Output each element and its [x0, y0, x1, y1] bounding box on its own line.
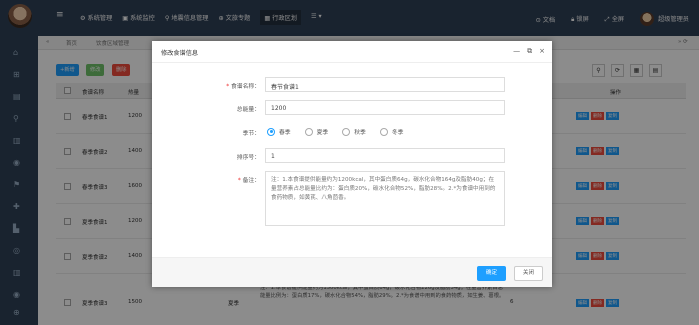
radio-dot: [379, 127, 388, 136]
minimize-icon[interactable]: —: [513, 47, 520, 56]
radio-dot: [267, 127, 275, 136]
season-radio-group: 春季 夏季 秋季 冬季: [267, 127, 403, 136]
radio-summer[interactable]: 夏季: [304, 127, 328, 136]
label-remark: * 备注：: [237, 178, 260, 184]
modal-header: 修改食谱信息 — ⧉ ×: [152, 41, 552, 63]
label-sort: 排序号：: [236, 155, 260, 161]
recipe-name-field[interactable]: 春节食谱1: [265, 77, 505, 92]
label-name: * 食谱名称：: [226, 84, 260, 90]
edit-recipe-modal: 修改食谱信息 — ⧉ × * 食谱名称： 春节食谱1 总能量： 1200 季节：…: [152, 41, 552, 287]
close-icon[interactable]: ×: [539, 47, 545, 56]
modal-controls: — ⧉ ×: [513, 47, 545, 56]
close-button[interactable]: 关闭: [514, 266, 543, 281]
radio-dot: [304, 127, 313, 136]
radio-dot: [342, 127, 351, 136]
maximize-icon[interactable]: ⧉: [527, 47, 532, 56]
remark-textarea[interactable]: 注：1.本食谱提供能量约为1200kcal，其中蛋白质64g，碳水化合物164g…: [265, 171, 505, 226]
sort-field[interactable]: 1: [265, 148, 505, 163]
modal-footer: 确定 关闭: [152, 257, 552, 287]
label-season: 季节：: [242, 131, 260, 137]
calories-field[interactable]: 1200: [265, 100, 505, 115]
modal-title: 修改食谱信息: [161, 50, 199, 57]
radio-winter[interactable]: 冬季: [379, 127, 403, 136]
radio-autumn[interactable]: 秋季: [342, 127, 366, 136]
radio-spring[interactable]: 春季: [267, 127, 291, 136]
label-calories: 总能量：: [236, 107, 260, 113]
confirm-button[interactable]: 确定: [477, 266, 506, 281]
